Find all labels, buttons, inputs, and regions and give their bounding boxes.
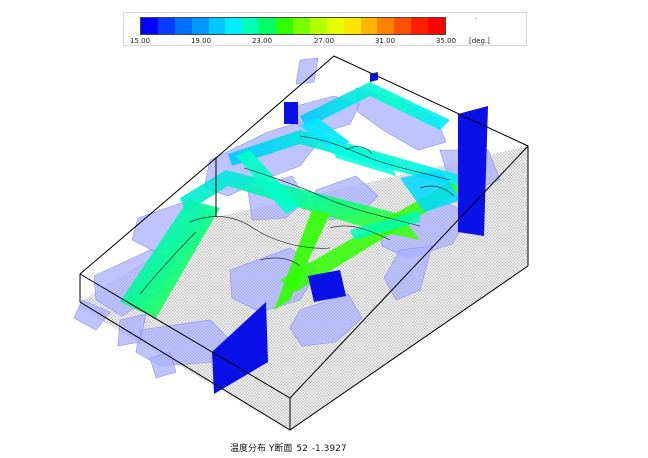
caption-value: -1.3927 bbox=[311, 444, 347, 454]
caption-title: 温度分布 Y断面 bbox=[230, 444, 293, 454]
simulation-viewport[interactable] bbox=[0, 0, 648, 458]
caption-y-label: 52 bbox=[296, 444, 308, 454]
view-caption: 温度分布 Y断面 52 -1.3927 bbox=[230, 441, 351, 454]
